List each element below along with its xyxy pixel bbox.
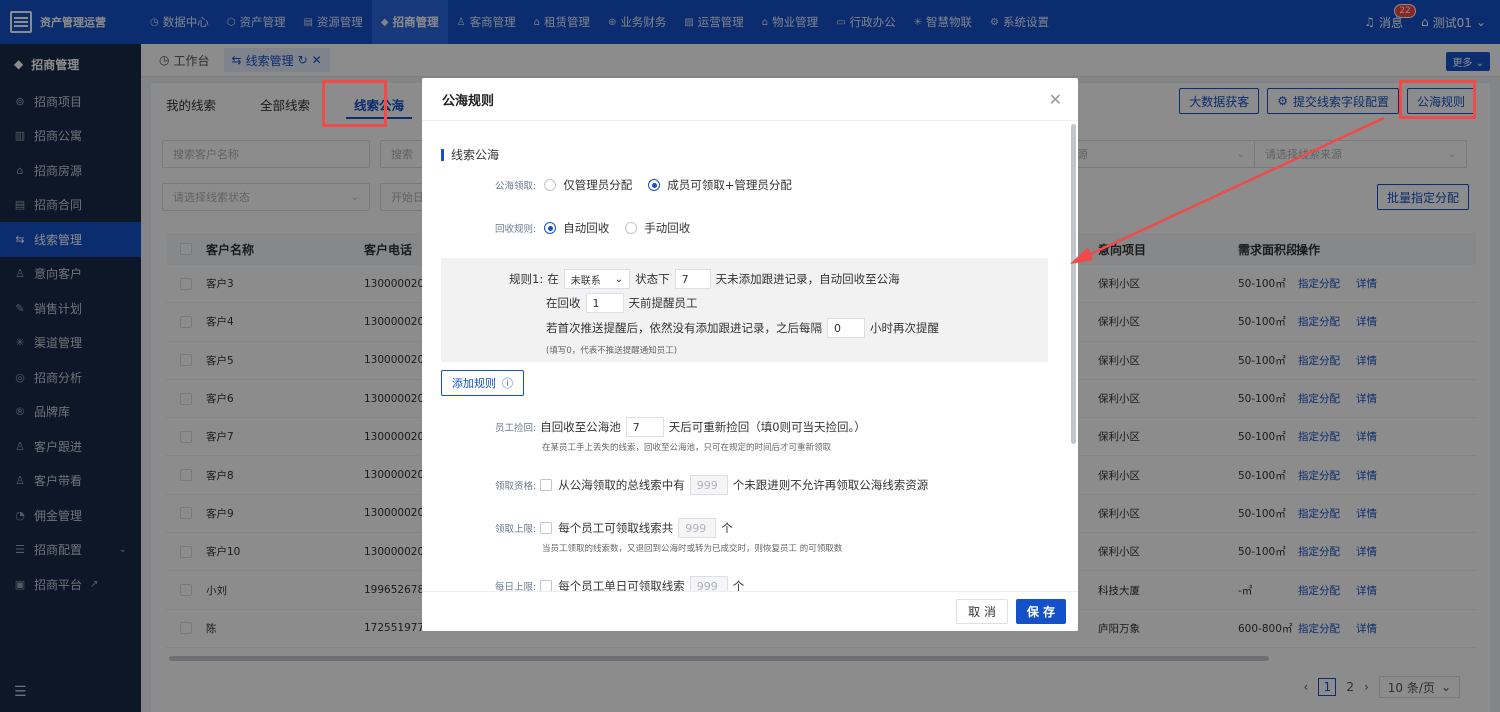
annotation-arrow <box>1070 116 1385 264</box>
